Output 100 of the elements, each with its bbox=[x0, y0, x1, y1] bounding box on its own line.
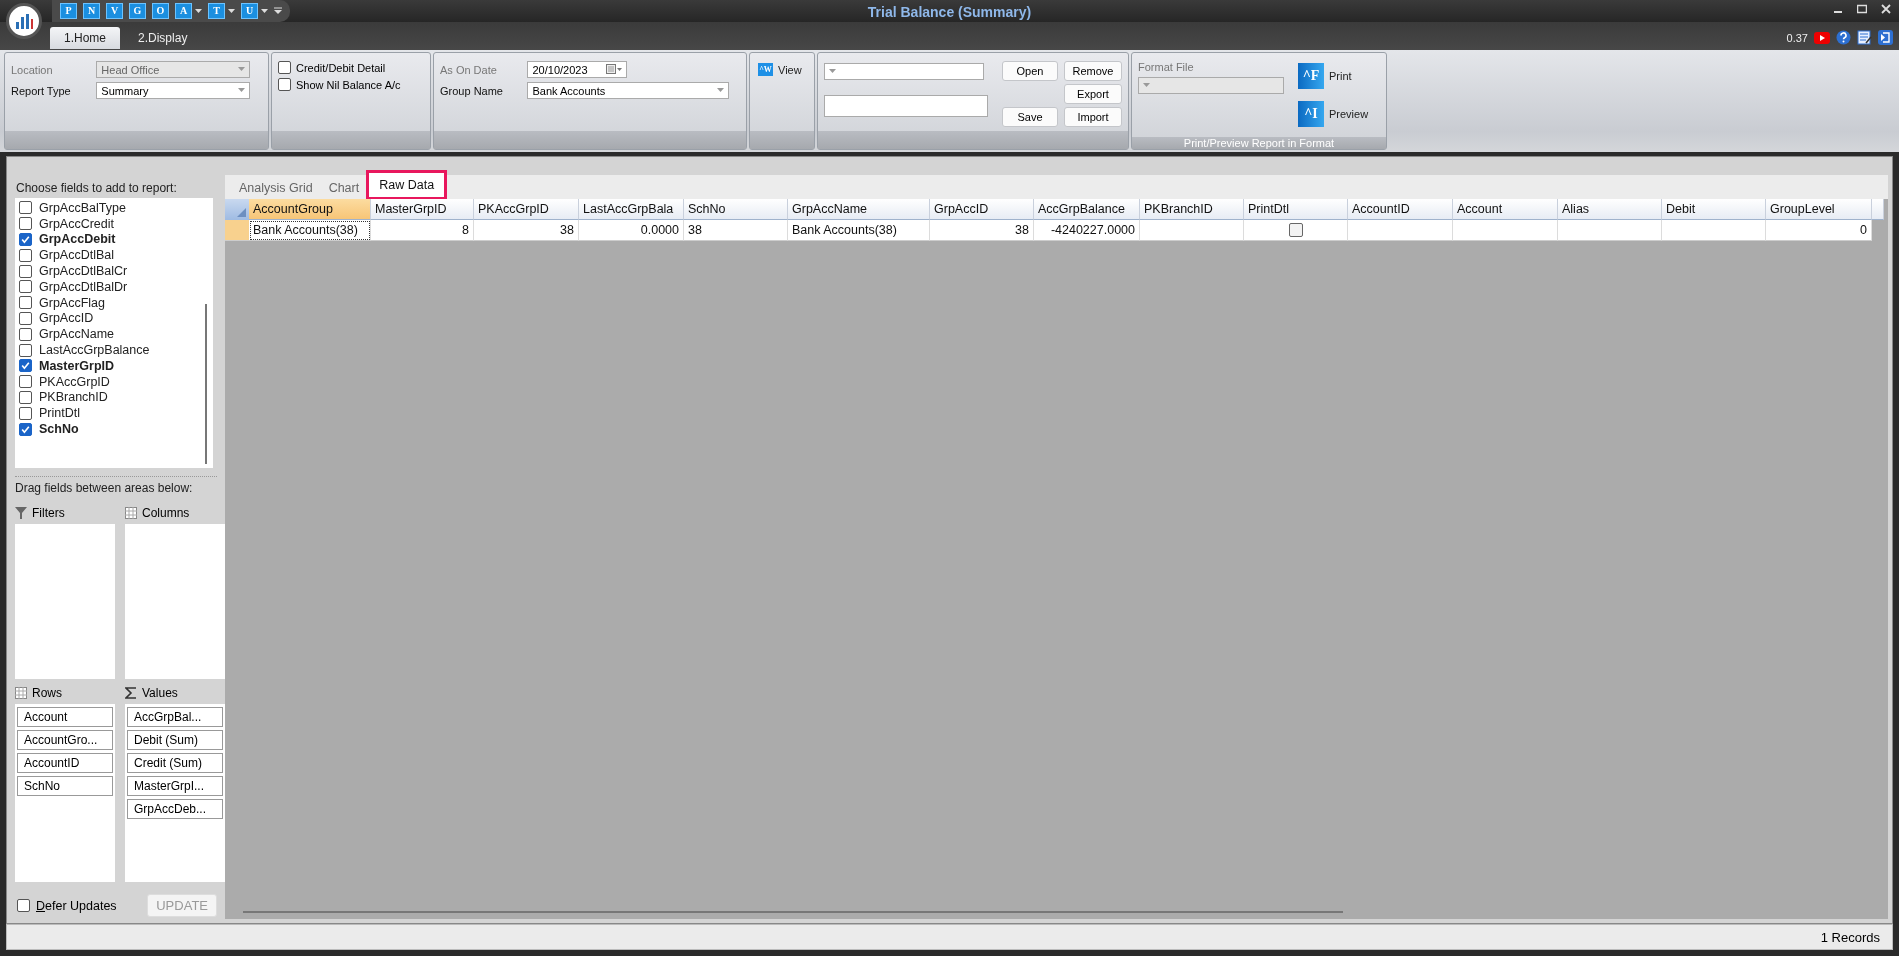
table-cell: -4240227.0000 bbox=[1034, 220, 1140, 241]
field-checkbox[interactable] bbox=[19, 359, 32, 373]
field-checkbox[interactable] bbox=[19, 201, 32, 215]
field-chip[interactable]: AccountID bbox=[17, 753, 113, 773]
calendar-icon[interactable] bbox=[606, 64, 623, 75]
field-label[interactable]: GrpAccDebit bbox=[39, 232, 116, 247]
view-button[interactable]: ^W View bbox=[756, 61, 804, 78]
layout-button[interactable]: Import bbox=[1064, 107, 1122, 127]
drop-area[interactable]: Account AccountGro... AccountID SchNo bbox=[15, 704, 115, 882]
column-header[interactable]: GrpAccID bbox=[930, 199, 1034, 220]
column-header[interactable]: Account bbox=[1453, 199, 1558, 220]
field-label[interactable]: GrpAccCredit bbox=[39, 216, 115, 231]
field-chip[interactable]: AccountGro... bbox=[17, 730, 113, 750]
field-checkbox[interactable] bbox=[19, 422, 32, 436]
field-checkbox[interactable] bbox=[19, 280, 32, 294]
field-checkbox[interactable] bbox=[19, 264, 32, 278]
layout-name-field[interactable] bbox=[824, 94, 988, 117]
view-tab[interactable]: Raw Data bbox=[367, 171, 447, 199]
field-checkbox[interactable] bbox=[19, 248, 32, 262]
app-logo[interactable] bbox=[6, 3, 42, 39]
horizontal-scrollbar[interactable] bbox=[243, 911, 1343, 913]
drop-area[interactable]: AccGrpBal... Debit (Sum) Credit (Sum) MasterGrpI... GrpAccDeb... bbox=[125, 704, 225, 882]
checkbox-label: Defer Updates bbox=[36, 898, 117, 913]
field-chip[interactable]: GrpAccDeb... bbox=[127, 799, 223, 819]
field-chip[interactable]: AccGrpBal... bbox=[127, 707, 223, 727]
more-icon[interactable] bbox=[274, 7, 282, 15]
field-checkbox[interactable] bbox=[19, 233, 32, 246]
field-checkbox[interactable] bbox=[19, 311, 32, 325]
checkbox[interactable] bbox=[278, 61, 291, 74]
checkbox[interactable] bbox=[17, 899, 30, 912]
dropdown-caret-icon[interactable] bbox=[228, 8, 235, 14]
ribbon-tab[interactable]: 1.Home bbox=[50, 27, 121, 49]
table-cell: 38 bbox=[684, 220, 788, 241]
field-chip[interactable]: Account bbox=[17, 707, 113, 727]
maximize-icon[interactable] bbox=[1857, 4, 1867, 14]
column-header[interactable]: SchNo bbox=[684, 199, 788, 220]
field-label[interactable]: GrpAccID bbox=[39, 311, 94, 326]
field-chip[interactable]: MasterGrpI... bbox=[127, 776, 223, 796]
layout-button[interactable]: Open bbox=[1002, 61, 1058, 81]
scrollbar-thumb[interactable] bbox=[205, 304, 207, 464]
dropdown-caret-icon[interactable] bbox=[261, 8, 268, 14]
layout-button[interactable]: Save bbox=[1002, 107, 1058, 127]
column-header[interactable]: PKBranchID bbox=[1140, 199, 1244, 220]
field-label[interactable]: GrpAccDtlBalDr bbox=[39, 279, 128, 294]
column-header[interactable]: LastAccGrpBala bbox=[579, 199, 684, 220]
column-header[interactable]: GrpAccName bbox=[788, 199, 930, 220]
cell-checkbox[interactable] bbox=[1288, 223, 1303, 237]
field-label[interactable]: GrpAccDtlBal bbox=[39, 248, 115, 263]
field-label[interactable]: PrintDtl bbox=[39, 406, 80, 421]
field-label[interactable]: GrpAccBalType bbox=[39, 200, 126, 215]
layout-button[interactable]: Export bbox=[1064, 84, 1122, 104]
column-header[interactable]: AccountID bbox=[1348, 199, 1453, 220]
letter-icon[interactable]: ^F bbox=[1298, 63, 1324, 89]
dropdown-caret-icon[interactable] bbox=[195, 8, 202, 14]
field-checkbox[interactable] bbox=[19, 406, 32, 420]
dropdown-arrow-icon[interactable] bbox=[717, 88, 725, 93]
field-checkbox[interactable] bbox=[19, 375, 32, 389]
checkbox[interactable] bbox=[278, 78, 291, 91]
video-play-icon[interactable] bbox=[1814, 30, 1830, 45]
field-label[interactable]: GrpAccName bbox=[39, 327, 115, 342]
report-type-dropdown[interactable]: Summary bbox=[96, 82, 251, 99]
field-checkbox[interactable] bbox=[19, 390, 32, 404]
column-header[interactable]: Debit bbox=[1662, 199, 1766, 220]
print-button[interactable]: ^F Print bbox=[1296, 61, 1371, 91]
table-cell: Bank Accounts(38) bbox=[788, 220, 930, 241]
column-header[interactable]: AccGrpBalance bbox=[1034, 199, 1140, 220]
field-chip[interactable]: Credit (Sum) bbox=[127, 753, 223, 773]
field-label[interactable]: GrpAccDtlBalCr bbox=[39, 264, 128, 279]
column-header[interactable]: PrintDtl bbox=[1244, 199, 1348, 220]
field-checkbox[interactable] bbox=[19, 343, 32, 357]
dropdown-arrow-icon[interactable] bbox=[829, 68, 836, 74]
field-label[interactable]: GrpAccFlag bbox=[39, 295, 105, 310]
field-label[interactable]: PKBranchID bbox=[39, 390, 108, 405]
group-name-dropdown[interactable]: Bank Accounts bbox=[527, 82, 730, 99]
view-tab[interactable]: Analysis Grid bbox=[231, 177, 321, 199]
field-label[interactable]: LastAccGrpBalance bbox=[39, 343, 150, 358]
dropdown-arrow-icon[interactable] bbox=[238, 88, 246, 93]
ribbon-tab[interactable]: 2.Display bbox=[124, 27, 202, 49]
field-checkbox[interactable] bbox=[19, 296, 32, 310]
field-label[interactable]: SchNo bbox=[39, 422, 79, 437]
print-button[interactable]: ^I Preview bbox=[1296, 99, 1371, 129]
field-checkbox[interactable] bbox=[19, 327, 32, 341]
field-chip[interactable]: Debit (Sum) bbox=[127, 730, 223, 750]
column-header[interactable]: GroupLevel bbox=[1766, 199, 1872, 220]
help-icon[interactable] bbox=[1836, 30, 1851, 45]
close-icon[interactable] bbox=[1881, 4, 1891, 14]
field-label[interactable]: MasterGrpID bbox=[39, 358, 115, 373]
field-label[interactable]: PKAccGrpID bbox=[39, 374, 110, 389]
field-chip[interactable]: SchNo bbox=[17, 776, 113, 796]
table-cell: 0.0000 bbox=[579, 220, 684, 241]
layout-button[interactable]: Remove bbox=[1064, 61, 1122, 81]
view-tab[interactable]: Chart bbox=[320, 177, 368, 199]
date-field[interactable]: 20/10/2023 bbox=[527, 61, 628, 78]
column-header[interactable]: Alias bbox=[1558, 199, 1662, 220]
column-header[interactable]: AccountGroup bbox=[249, 199, 371, 220]
column-header[interactable]: MasterGrpID bbox=[371, 199, 474, 220]
column-header[interactable]: PKAccGrpID bbox=[474, 199, 579, 220]
field-checkbox[interactable] bbox=[19, 217, 32, 231]
exit-icon[interactable] bbox=[1878, 30, 1893, 45]
notepad-icon[interactable] bbox=[1857, 30, 1872, 45]
